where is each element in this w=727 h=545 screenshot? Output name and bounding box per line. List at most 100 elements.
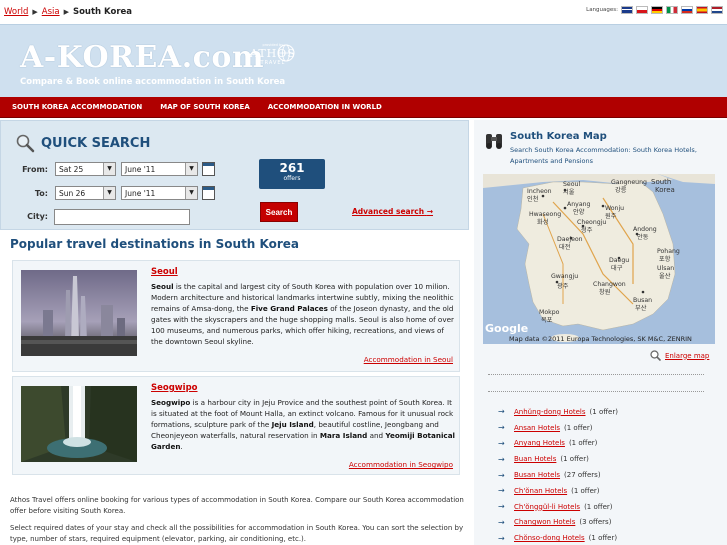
hotel-list-item: → Ansan Hotels (1 offer) [498,420,723,436]
map-label: Wonju [605,205,624,212]
enlarge-map-link[interactable]: Enlarge map [650,350,709,361]
arrow-right-icon: → [426,207,433,216]
map-label: Korea [655,186,675,194]
city-label: City: [27,212,48,221]
map-label-local: 목포 [541,317,553,324]
arrow-right-icon: → [498,407,505,417]
flag-ru-icon[interactable] [681,6,693,14]
hotel-link[interactable]: Chŏnso-dong Hotels [514,534,585,542]
enlarge-map-label[interactable]: Enlarge map [665,352,709,360]
hotel-offer-count: (3 offers) [579,518,612,527]
hotel-link[interactable]: Ch'ŏnan Hotels [514,487,567,495]
flag-uk-icon[interactable] [621,6,633,14]
flag-cz-icon[interactable] [636,6,648,14]
site-logo[interactable]: A-KOREA.com [20,40,264,75]
hotel-link[interactable]: Buan Hotels [514,455,556,463]
flag-es-icon[interactable] [696,6,708,14]
hotel-link[interactable]: Changwon Hotels [514,518,575,526]
site-header: A-KOREA.com provided by ATHOS TRAVEL Com… [0,24,727,97]
language-switcher: Languages: [586,6,723,14]
city-input[interactable] [54,209,190,225]
hotel-list-item: → Buan Hotels (1 offer) [498,451,723,467]
map-label-local: 대전 [559,243,571,251]
arrow-right-icon: → [498,470,505,480]
zoom-icon [650,350,661,361]
map-label: South [651,178,671,186]
from-day-value: Sat 25 [59,165,84,174]
desc-bold: Jeju Island [271,420,314,429]
nav-accommodation[interactable]: SOUTH KOREA ACCOMMODATION [12,103,142,111]
desc-bold: Seogwipo [151,398,191,407]
breadcrumb-asia[interactable]: Asia [42,7,60,17]
advanced-search-link[interactable]: Advanced search → [352,207,433,216]
map-label-local: 화성 [537,218,548,226]
hotel-link[interactable]: Ch'ŏnggŭl-li Hotels [514,503,580,511]
from-month-select[interactable]: June '11 ▼ [121,162,198,176]
map-label: Busan [633,297,652,304]
magnifier-icon [16,134,35,153]
map-title: South Korea Map [510,131,607,142]
hotel-link[interactable]: Ansan Hotels [514,424,560,432]
hotel-list-item: → Ch'ŏnan Hotels (1 offer) [498,483,723,499]
destination-name-seogwipo[interactable]: Seogwipo [151,383,198,393]
calendar-icon[interactable] [202,162,215,176]
quick-search-heading: QUICK SEARCH [15,133,150,153]
map-label-local: 청주 [581,226,593,234]
from-day-select[interactable]: Sat 25 ▼ [55,162,116,176]
seoul-photo[interactable] [21,270,137,356]
search-button[interactable]: Search [260,202,298,222]
chevron-down-icon: ▼ [185,163,197,175]
to-label: To: [34,189,48,198]
breadcrumb: World ▶ Asia ▶ South Korea [4,7,132,17]
flag-it-icon[interactable] [666,6,678,14]
hotel-link[interactable]: Anhŭng-dong Hotels [514,408,586,416]
hotels-list: → Anhŭng-dong Hotels (1 offer) → Ansan Hotel… [498,404,723,545]
hotel-list-item: → Anhŭng-dong Hotels (1 offer) [498,404,723,420]
about-paragraph: Athos Travel offers online booking for v… [10,496,464,515]
flag-nl-icon[interactable] [711,6,723,14]
breadcrumb-current: South Korea [72,7,133,17]
map-label: Seoul [563,181,580,188]
map-label: Daejeon [557,236,583,243]
hotel-link[interactable]: Busan Hotels [514,471,560,479]
destination-card-seogwipo: Seogwipo Seogwipo is a harbour city in J… [12,376,460,475]
advanced-search-label: Advanced search [352,207,425,216]
hotel-offer-count: (1 offer) [589,407,618,416]
desc-text: and [367,431,386,440]
quick-search-title: QUICK SEARCH [41,135,151,151]
map-label-local: 서울 [563,188,575,196]
desc-text: . [180,442,183,451]
hotel-list-item: → Anyang Hotels (1 offer) [498,436,723,452]
hotel-offer-count: (27 offers) [564,471,601,480]
tagline: Compare & Book online accommodation in S… [20,77,286,87]
accommodation-seoul-link[interactable]: Accommodation in Seoul [364,355,453,364]
breadcrumb-arrow-icon: ▶ [32,8,38,16]
to-day-select[interactable]: Sun 26 ▼ [55,186,116,200]
desc-bold: Seoul [151,282,174,291]
hotel-list-item: → Chŏnso-dong Hotels (1 offer) [498,530,723,545]
accommodation-seogwipo-link[interactable]: Accommodation in Seogwipo [349,460,453,469]
hotel-link[interactable]: Anyang Hotels [514,439,565,447]
hotel-offer-count: (1 offer) [571,486,600,495]
destination-name-seoul[interactable]: Seoul [151,267,178,277]
hotel-offer-count: (1 offer) [584,502,613,511]
athos-logo[interactable]: provided by ATHOS TRAVEL [250,43,296,66]
athos-globe-icon [277,44,295,62]
destination-desc-seoul: Seoul is the capital and largest city of… [151,281,455,347]
nav-world[interactable]: ACCOMMODATION IN WORLD [268,103,382,111]
google-logo: Google [485,322,528,335]
languages-label: Languages: [586,7,618,13]
flag-de-icon[interactable] [651,6,663,14]
breadcrumb-world[interactable]: World [4,7,28,17]
nav-map[interactable]: MAP OF SOUTH KOREA [160,103,250,111]
korea-map[interactable]: Seoul 서울 Incheon 인천 Gangneung 강릉 South K… [483,174,715,344]
to-month-select[interactable]: June '11 ▼ [121,186,198,200]
map-label: Gangneung [611,179,647,186]
map-label-local: 인천 [527,195,539,203]
arrow-right-icon: → [498,438,505,448]
calendar-icon[interactable] [202,186,215,200]
arrow-right-icon: → [498,502,505,512]
map-label: Changwon [593,281,626,288]
map-label-local: 포항 [659,255,671,263]
seogwipo-photo[interactable] [21,386,137,462]
